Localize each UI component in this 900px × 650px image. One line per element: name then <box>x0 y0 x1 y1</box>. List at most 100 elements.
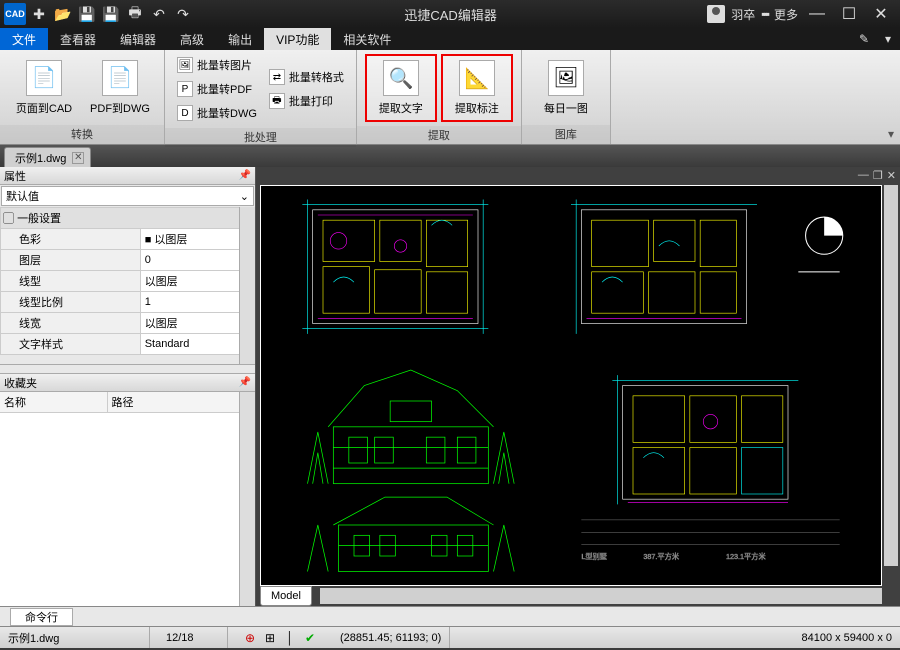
ribbon-group-batch: 🖼批量转图片 P批量转PDF D批量转DWG ⇄批量转格式 🖶批量打印 批处理 <box>165 50 357 144</box>
group-caption: 批处理 <box>165 128 356 147</box>
favorites-panel: 收藏夹📌 名称 路径 <box>0 373 255 606</box>
command-tab[interactable]: 命令行 <box>10 608 73 626</box>
print-icon[interactable]: 🖶 <box>124 3 146 25</box>
fav-col-name[interactable]: 名称 <box>0 392 108 412</box>
status-grid-icon[interactable]: ⊞ <box>262 630 278 646</box>
prop-section[interactable]: ▢ 一般设置 <box>1 208 255 229</box>
status-line-icon[interactable]: │ <box>282 630 298 646</box>
tab-output[interactable]: 输出 <box>216 28 264 50</box>
chevron-down-icon[interactable]: ▾ <box>876 28 900 50</box>
tab-viewer[interactable]: 查看器 <box>48 28 108 50</box>
canvas-close-icon[interactable]: ✕ <box>887 169 896 183</box>
cad-drawing[interactable]: L型别墅 387.平方米 123.1平方米 <box>260 185 882 586</box>
close-tab-icon[interactable]: ✕ <box>72 152 84 164</box>
vertical-scrollbar[interactable] <box>884 185 898 566</box>
ribbon-group-gallery: 🖼每日一图 图库 <box>522 50 611 144</box>
extract-anno-icon: 📐 <box>459 60 495 96</box>
daily-image-button[interactable]: 🖼每日一图 <box>530 56 602 120</box>
tab-advanced[interactable]: 高级 <box>168 28 216 50</box>
gallery-icon: 🖼 <box>548 60 584 96</box>
group-caption: 图库 <box>522 125 610 144</box>
main-area: 属性📌 默认值⌄ ▢ 一般设置 色彩■ 以图层 图层0 线型以图层 线型比例1 … <box>0 167 900 606</box>
edit-icon[interactable]: ✎ <box>852 28 876 50</box>
favorites-columns: 名称 路径 <box>0 392 239 413</box>
pdf-dwg-icon: 📄 <box>102 60 138 96</box>
tab-related[interactable]: 相关软件 <box>331 28 403 50</box>
tab-editor[interactable]: 编辑器 <box>108 28 168 50</box>
prop-row[interactable]: 线型以图层 <box>1 271 255 292</box>
title-bar: CAD ✚ 📂 💾 💾 🖶 ↶ ↷ 迅捷CAD编辑器 羽卒 ▪▪▪ 更多 — ☐… <box>0 0 900 28</box>
document-tab[interactable]: 示例1.dwg ✕ <box>4 147 91 167</box>
batch-to-image-button[interactable]: 🖼批量转图片 <box>173 54 261 76</box>
ribbon-group-extract: 🔍提取文字 📐提取标注 提取 <box>357 50 522 144</box>
favorites-header: 收藏夹📌 <box>0 374 255 392</box>
prop-row[interactable]: 图层0 <box>1 250 255 271</box>
batch-to-dwg-button[interactable]: D批量转DWG <box>173 102 261 124</box>
img-icon: 🖼 <box>177 57 193 73</box>
more-icon: ▪▪▪ <box>761 7 768 21</box>
canvas-restore-icon[interactable]: ❐ <box>873 169 883 183</box>
status-coords: (28851.45; 61193; 0) <box>332 627 450 648</box>
pin-icon[interactable]: 📌 <box>239 170 251 181</box>
fav-col-path[interactable]: 路径 <box>108 392 138 412</box>
svg-text:123.1平方米: 123.1平方米 <box>726 552 766 561</box>
maximize-button[interactable]: ☐ <box>836 3 862 25</box>
app-title: 迅捷CAD编辑器 <box>194 5 707 24</box>
group-caption: 提取 <box>357 126 521 145</box>
extract-text-icon: 🔍 <box>383 60 419 96</box>
command-row: 命令行 <box>0 606 900 626</box>
new-icon[interactable]: ✚ <box>28 3 50 25</box>
scrollbar[interactable] <box>239 392 255 606</box>
canvas-area: — ❐ ✕ <box>256 167 900 606</box>
menu-tabs: 文件 查看器 编辑器 高级 输出 VIP功能 相关软件 ✎ ▾ <box>0 28 900 50</box>
prop-row[interactable]: 线宽以图层 <box>1 313 255 334</box>
tab-vip[interactable]: VIP功能 <box>264 28 331 50</box>
document-tabs: 示例1.dwg ✕ <box>0 145 900 167</box>
prop-row[interactable]: 文字样式Standard <box>1 334 255 355</box>
batch-print-button[interactable]: 🖶批量打印 <box>265 90 348 112</box>
undo-icon[interactable]: ↶ <box>148 3 170 25</box>
pdf-icon: P <box>177 81 193 97</box>
group-caption: 转换 <box>0 125 164 144</box>
minimize-button[interactable]: — <box>804 3 830 25</box>
more-label[interactable]: 更多 <box>774 6 798 23</box>
pin-icon[interactable]: 📌 <box>239 377 251 388</box>
batch-to-pdf-button[interactable]: P批量转PDF <box>173 78 261 100</box>
status-check-icon[interactable]: ✔ <box>302 630 318 646</box>
left-panel: 属性📌 默认值⌄ ▢ 一般设置 色彩■ 以图层 图层0 线型以图层 线型比例1 … <box>0 167 256 606</box>
horizontal-scrollbar[interactable] <box>320 588 882 604</box>
svg-text:L型别墅: L型别墅 <box>581 552 607 561</box>
properties-selector[interactable]: 默认值⌄ <box>1 186 254 206</box>
avatar-icon[interactable] <box>707 5 725 23</box>
status-filename: 示例1.dwg <box>0 627 150 648</box>
app-logo: CAD <box>4 3 26 25</box>
page-to-cad-button[interactable]: 📄页面到CAD <box>8 56 80 120</box>
extract-text-button[interactable]: 🔍提取文字 <box>365 54 437 122</box>
model-tab[interactable]: Model <box>260 586 312 606</box>
tab-file[interactable]: 文件 <box>0 28 48 50</box>
chevron-down-icon: ⌄ <box>240 190 249 203</box>
extract-annotation-button[interactable]: 📐提取标注 <box>441 54 513 122</box>
properties-grid: ▢ 一般设置 色彩■ 以图层 图层0 线型以图层 线型比例1 线宽以图层 文字样… <box>0 207 255 365</box>
svg-text:387.平方米: 387.平方米 <box>643 552 679 561</box>
batch-format-button[interactable]: ⇄批量转格式 <box>265 66 348 88</box>
ribbon: 📄页面到CAD 📄PDF到DWG 转换 🖼批量转图片 P批量转PDF D批量转D… <box>0 50 900 145</box>
document-tab-label: 示例1.dwg <box>15 150 66 166</box>
status-page: 12/18 <box>158 627 228 648</box>
status-icon[interactable]: ⊕ <box>242 630 258 646</box>
canvas-min-icon[interactable]: — <box>858 169 869 183</box>
open-icon[interactable]: 📂 <box>52 3 74 25</box>
favorites-list <box>0 413 239 606</box>
username[interactable]: 羽卒 <box>731 6 755 23</box>
redo-icon[interactable]: ↷ <box>172 3 194 25</box>
saveas-icon[interactable]: 💾 <box>100 3 122 25</box>
prop-row[interactable]: 色彩■ 以图层 <box>1 229 255 250</box>
ribbon-collapse-button[interactable]: ▾ <box>882 50 900 144</box>
scrollbar[interactable] <box>239 207 255 364</box>
page-cad-icon: 📄 <box>26 60 62 96</box>
prop-row[interactable]: 线型比例1 <box>1 292 255 313</box>
pdf-to-dwg-button[interactable]: 📄PDF到DWG <box>84 56 156 120</box>
save-icon[interactable]: 💾 <box>76 3 98 25</box>
close-button[interactable]: ✕ <box>868 3 894 25</box>
properties-header: 属性📌 <box>0 167 255 185</box>
